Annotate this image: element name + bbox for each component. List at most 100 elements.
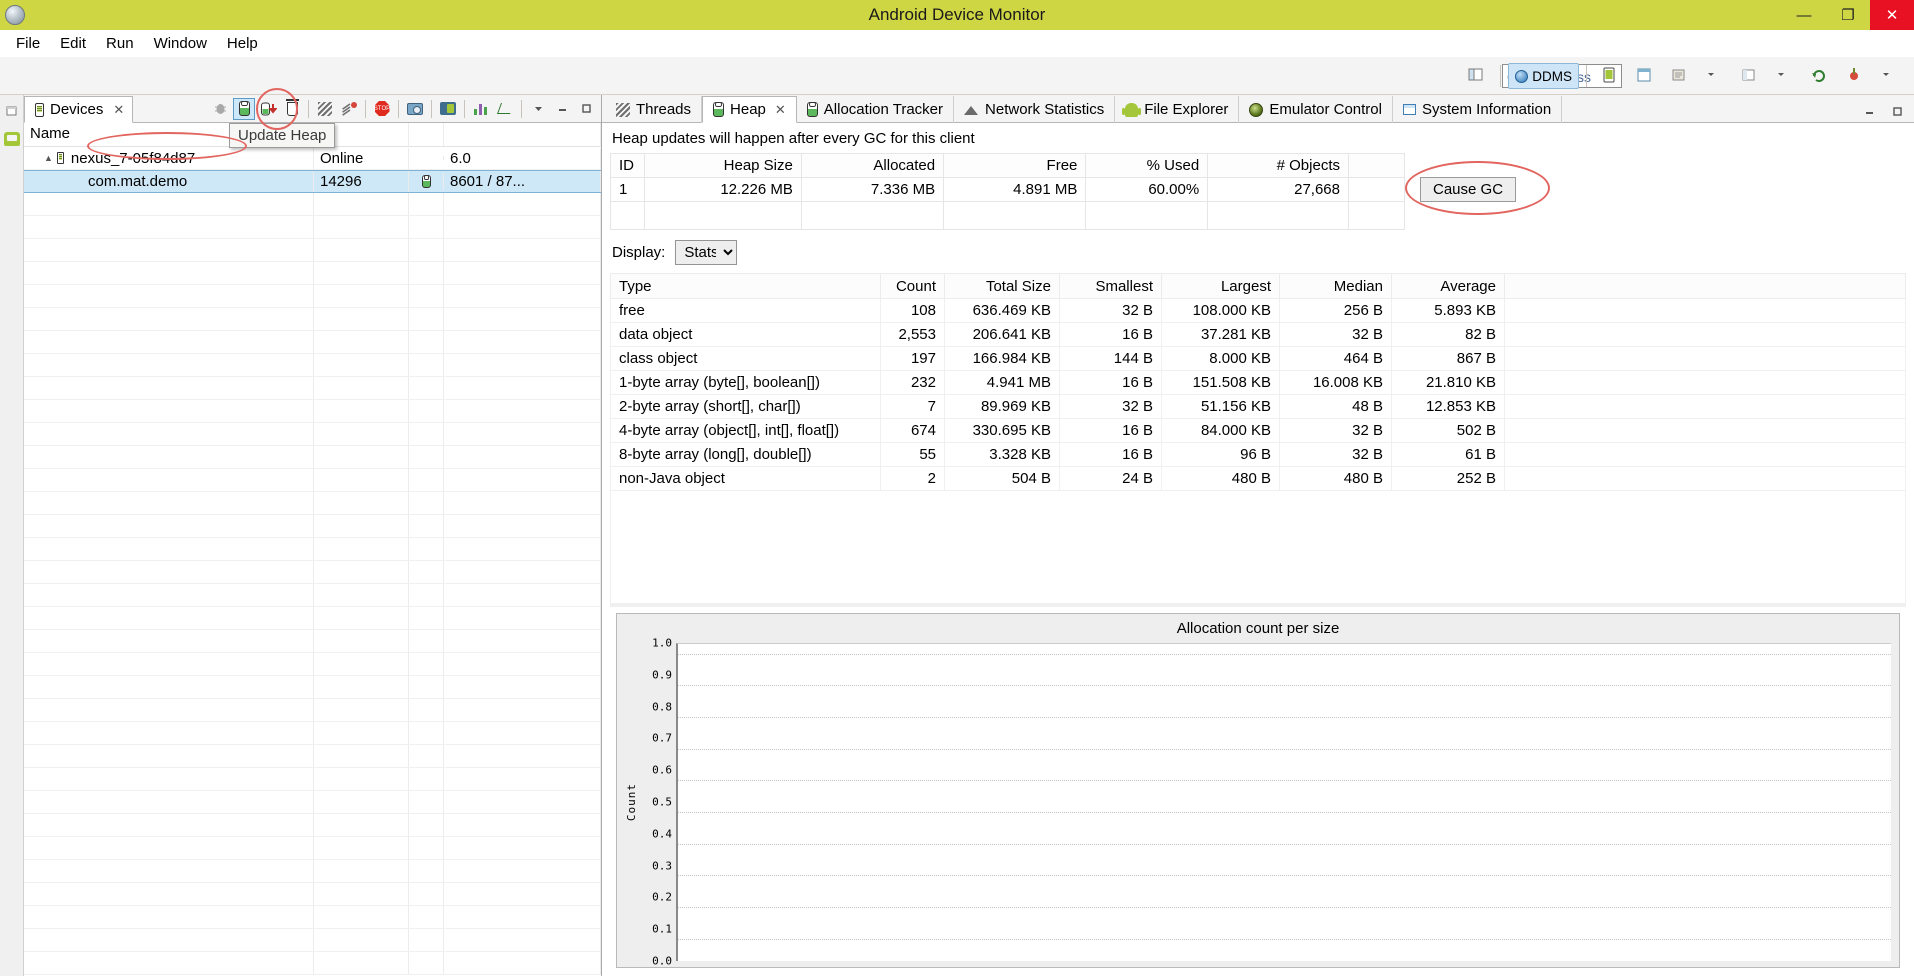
device-explorer-icon <box>1636 67 1654 85</box>
debug-process-button[interactable] <box>209 98 231 120</box>
y-tick: 0.6 <box>652 763 672 777</box>
col-smallest[interactable]: Smallest <box>1059 273 1162 299</box>
minimize-view-button[interactable] <box>551 98 573 120</box>
tab-system-information-label: System Information <box>1421 101 1552 118</box>
screen-capture-button[interactable] <box>1594 63 1626 89</box>
col-average[interactable]: Average <box>1391 273 1505 299</box>
table-row[interactable]: data object 2,553 206.641 KB 16 B 37.281… <box>610 322 1906 347</box>
cell-median: 32 B <box>1279 442 1392 467</box>
dump-view-button[interactable] <box>1664 63 1696 89</box>
col-total-size[interactable]: Total Size <box>944 273 1060 299</box>
table-row[interactable]: 4-byte array (object[], int[], float[]) … <box>610 418 1906 443</box>
main-toolbar: Quick Access DDMS <box>0 57 1914 114</box>
sdk-manager-button[interactable] <box>1839 63 1871 89</box>
android-icon <box>1122 102 1142 117</box>
split-sash[interactable] <box>610 603 1906 607</box>
expand-arrow-icon[interactable]: ▲ <box>44 153 53 163</box>
open-perspective-button[interactable] <box>1461 63 1493 89</box>
col-id[interactable]: ID <box>610 153 645 178</box>
trash-icon <box>285 98 299 116</box>
table-row[interactable]: non-Java object 2 504 B 24 B 480 B 480 B… <box>610 466 1906 491</box>
tab-heap[interactable]: Heap ✕ <box>702 96 797 123</box>
chevron-down-icon-3 <box>1881 67 1899 85</box>
tab-network-statistics[interactable]: Network Statistics <box>954 96 1116 123</box>
dropdown-arrow-3[interactable] <box>1874 63 1906 89</box>
chart-plot-area[interactable] <box>676 643 1891 961</box>
display-select[interactable]: Stats Linear Log <box>675 240 738 265</box>
cell-count: 232 <box>880 370 945 395</box>
table-row[interactable]: com.mat.demo 14296 8601 / 87... <box>24 170 601 193</box>
menu-file[interactable]: File <box>6 32 50 55</box>
col-count[interactable]: Count <box>880 273 945 299</box>
perspective-ddms[interactable]: DDMS <box>1508 63 1579 89</box>
capture-opengl-button[interactable] <box>494 98 516 120</box>
process-heap-cell <box>409 173 444 190</box>
table-row[interactable]: 1 12.226 MB 7.336 MB 4.891 MB 60.00% 27,… <box>610 177 1405 202</box>
menu-window[interactable]: Window <box>144 32 217 55</box>
dump-hprof-button[interactable] <box>257 98 279 120</box>
stop-process-button[interactable]: STOP <box>371 98 393 120</box>
table-row[interactable]: 8-byte array (long[], double[]) 55 3.328… <box>610 442 1906 467</box>
layout-button[interactable] <box>1734 63 1766 89</box>
dropdown-arrow-1[interactable] <box>1699 63 1731 89</box>
cell-smallest: 16 B <box>1059 322 1162 347</box>
col-allocated[interactable]: Allocated <box>800 153 945 178</box>
screen-capture-button-2[interactable] <box>404 98 426 120</box>
empty-row <box>24 354 601 377</box>
maximize-heap-view-button[interactable] <box>1886 100 1908 122</box>
tab-allocation-tracker[interactable]: Allocation Tracker <box>797 96 955 123</box>
table-row[interactable]: 2-byte array (short[], char[]) 7 89.969 … <box>610 394 1906 419</box>
col-type[interactable]: Type <box>610 273 881 299</box>
tab-emulator-control[interactable]: Emulator Control <box>1239 96 1393 123</box>
col-largest[interactable]: Largest <box>1161 273 1280 299</box>
update-heap-button[interactable] <box>233 97 255 120</box>
ddms-icon <box>1515 69 1529 83</box>
table-row[interactable]: class object 197 166.984 KB 144 B 8.000 … <box>610 346 1906 371</box>
empty-row <box>24 699 601 722</box>
table-row[interactable]: 1-byte array (byte[], boolean[]) 232 4.9… <box>610 370 1906 395</box>
tab-file-explorer[interactable]: File Explorer <box>1115 96 1240 123</box>
tab-system-information[interactable]: System Information <box>1393 96 1563 123</box>
empty-row <box>24 860 601 883</box>
close-icon[interactable]: ✕ <box>113 102 124 118</box>
gridline <box>678 716 1891 718</box>
column-header-version[interactable] <box>444 123 601 146</box>
cell-type: 2-byte array (short[], char[]) <box>610 394 881 419</box>
device-explorer-button[interactable] <box>1629 63 1661 89</box>
table-row[interactable]: ▲ nexus_7-05f84d87 Online 6.0 <box>24 147 601 170</box>
refresh-button[interactable] <box>1804 63 1836 89</box>
cell-spacer <box>1504 370 1906 395</box>
toolbar-sep-f <box>521 99 522 118</box>
cause-gc-button[interactable]: Cause GC <box>1420 177 1517 202</box>
gridline <box>678 748 1891 750</box>
tab-threads[interactable]: Threads <box>606 96 703 123</box>
close-icon[interactable]: ✕ <box>775 102 786 118</box>
menu-help[interactable]: Help <box>217 32 268 55</box>
dropdown-arrow-2[interactable] <box>1769 63 1801 89</box>
menu-run[interactable]: Run <box>96 32 144 55</box>
menu-edit[interactable]: Edit <box>50 32 96 55</box>
cell-type: 8-byte array (long[], double[]) <box>610 442 881 467</box>
col-free[interactable]: Free <box>943 153 1087 178</box>
minimize-heap-view-button[interactable] <box>1858 100 1880 122</box>
tooltip-update-heap: Update Heap <box>229 123 336 148</box>
devices-fastview-icon[interactable] <box>2 129 22 149</box>
system-information-button[interactable] <box>470 98 492 120</box>
cell-largest: 151.508 KB <box>1161 370 1280 395</box>
col-percent-used[interactable]: % Used <box>1085 153 1209 178</box>
table-row[interactable]: free 108 636.469 KB 32 B 108.000 KB 256 … <box>610 298 1906 323</box>
method-profiling-button[interactable] <box>338 98 360 120</box>
gridline <box>678 907 1891 909</box>
col-heap-size[interactable]: Heap Size <box>644 153 802 178</box>
update-threads-button[interactable] <box>314 98 336 120</box>
col-objects[interactable]: # Objects <box>1207 153 1349 178</box>
restore-view-icon[interactable] <box>2 101 22 121</box>
maximize-view-button[interactable] <box>575 98 597 120</box>
col-median[interactable]: Median <box>1279 273 1392 299</box>
cause-gc-button[interactable] <box>281 98 303 120</box>
tab-devices[interactable]: Devices ✕ <box>24 96 134 123</box>
device-screen-button[interactable] <box>437 98 459 120</box>
cell-median: 32 B <box>1279 418 1392 443</box>
view-menu-button[interactable] <box>527 98 549 120</box>
column-header-extra[interactable] <box>409 123 444 146</box>
